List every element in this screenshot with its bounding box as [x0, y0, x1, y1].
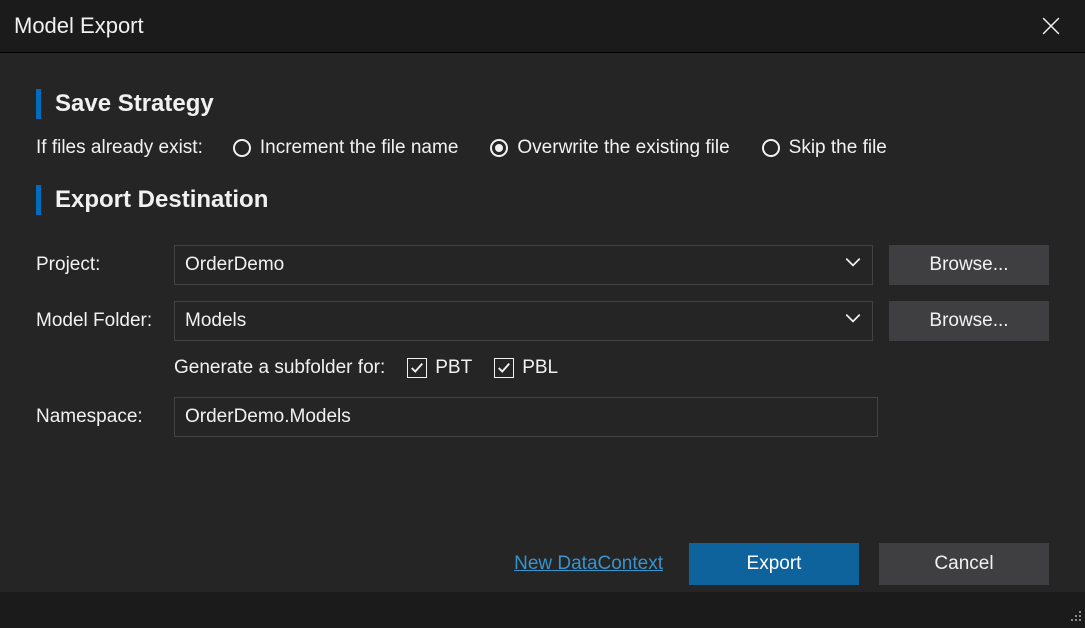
subfolder-pbl-label: PBL: [522, 357, 558, 379]
project-combobox[interactable]: OrderDemo: [174, 245, 873, 285]
close-icon: [1042, 17, 1060, 35]
model-folder-value: Models: [185, 310, 246, 332]
namespace-label: Namespace:: [36, 406, 174, 428]
radio-icon: [233, 139, 251, 157]
subfolder-pbt-label: PBT: [435, 357, 472, 379]
export-button-label: Export: [747, 553, 802, 575]
cancel-button-label: Cancel: [934, 553, 993, 575]
radio-overwrite[interactable]: Overwrite the existing file: [490, 137, 729, 159]
project-label: Project:: [36, 254, 174, 276]
radio-increment-label: Increment the file name: [260, 137, 459, 159]
dialog-title: Model Export: [14, 13, 144, 39]
subfolder-row: Generate a subfolder for: PBT PBL: [174, 357, 1049, 379]
model-folder-row: Model Folder: Models Browse...: [36, 301, 1049, 341]
save-strategy-heading: Save Strategy: [36, 89, 1049, 119]
chevron-down-icon: [844, 309, 862, 333]
namespace-row: Namespace: OrderDemo.Models: [36, 397, 1049, 437]
namespace-input[interactable]: OrderDemo.Models: [174, 397, 878, 437]
subfolder-pbt-checkbox[interactable]: PBT: [407, 357, 472, 379]
subfolder-prompt: Generate a subfolder for:: [174, 357, 385, 379]
project-browse-button[interactable]: Browse...: [889, 245, 1049, 285]
export-button[interactable]: Export: [689, 543, 859, 585]
radio-overwrite-label: Overwrite the existing file: [517, 137, 729, 159]
save-strategy-row: If files already exist: Increment the fi…: [36, 137, 1049, 159]
accent-bar-icon: [36, 185, 41, 215]
export-destination-heading-text: Export Destination: [55, 186, 268, 214]
project-browse-label: Browse...: [929, 254, 1008, 276]
dialog-footer: New DataContext Export Cancel: [514, 543, 1049, 585]
model-folder-browse-button[interactable]: Browse...: [889, 301, 1049, 341]
radio-icon: [490, 139, 508, 157]
new-datacontext-link[interactable]: New DataContext: [514, 553, 663, 575]
close-button[interactable]: [1031, 6, 1071, 46]
radio-skip[interactable]: Skip the file: [762, 137, 887, 159]
accent-bar-icon: [36, 89, 41, 119]
save-strategy-prompt: If files already exist:: [36, 137, 203, 159]
chevron-down-icon: [844, 253, 862, 277]
model-folder-browse-label: Browse...: [929, 310, 1008, 332]
dialog-content: Save Strategy If files already exist: In…: [0, 52, 1085, 592]
project-row: Project: OrderDemo Browse...: [36, 245, 1049, 285]
namespace-value: OrderDemo.Models: [185, 406, 351, 428]
model-folder-label: Model Folder:: [36, 310, 174, 332]
radio-skip-label: Skip the file: [789, 137, 887, 159]
radio-icon: [762, 139, 780, 157]
titlebar: Model Export: [0, 0, 1085, 52]
export-destination-heading: Export Destination: [36, 185, 1049, 215]
subfolder-pbl-checkbox[interactable]: PBL: [494, 357, 558, 379]
checkbox-icon: [407, 358, 427, 378]
resize-grip-icon[interactable]: [1067, 607, 1083, 623]
model-folder-combobox[interactable]: Models: [174, 301, 873, 341]
save-strategy-heading-text: Save Strategy: [55, 90, 214, 118]
radio-increment[interactable]: Increment the file name: [233, 137, 459, 159]
checkbox-icon: [494, 358, 514, 378]
cancel-button[interactable]: Cancel: [879, 543, 1049, 585]
project-value: OrderDemo: [185, 254, 284, 276]
